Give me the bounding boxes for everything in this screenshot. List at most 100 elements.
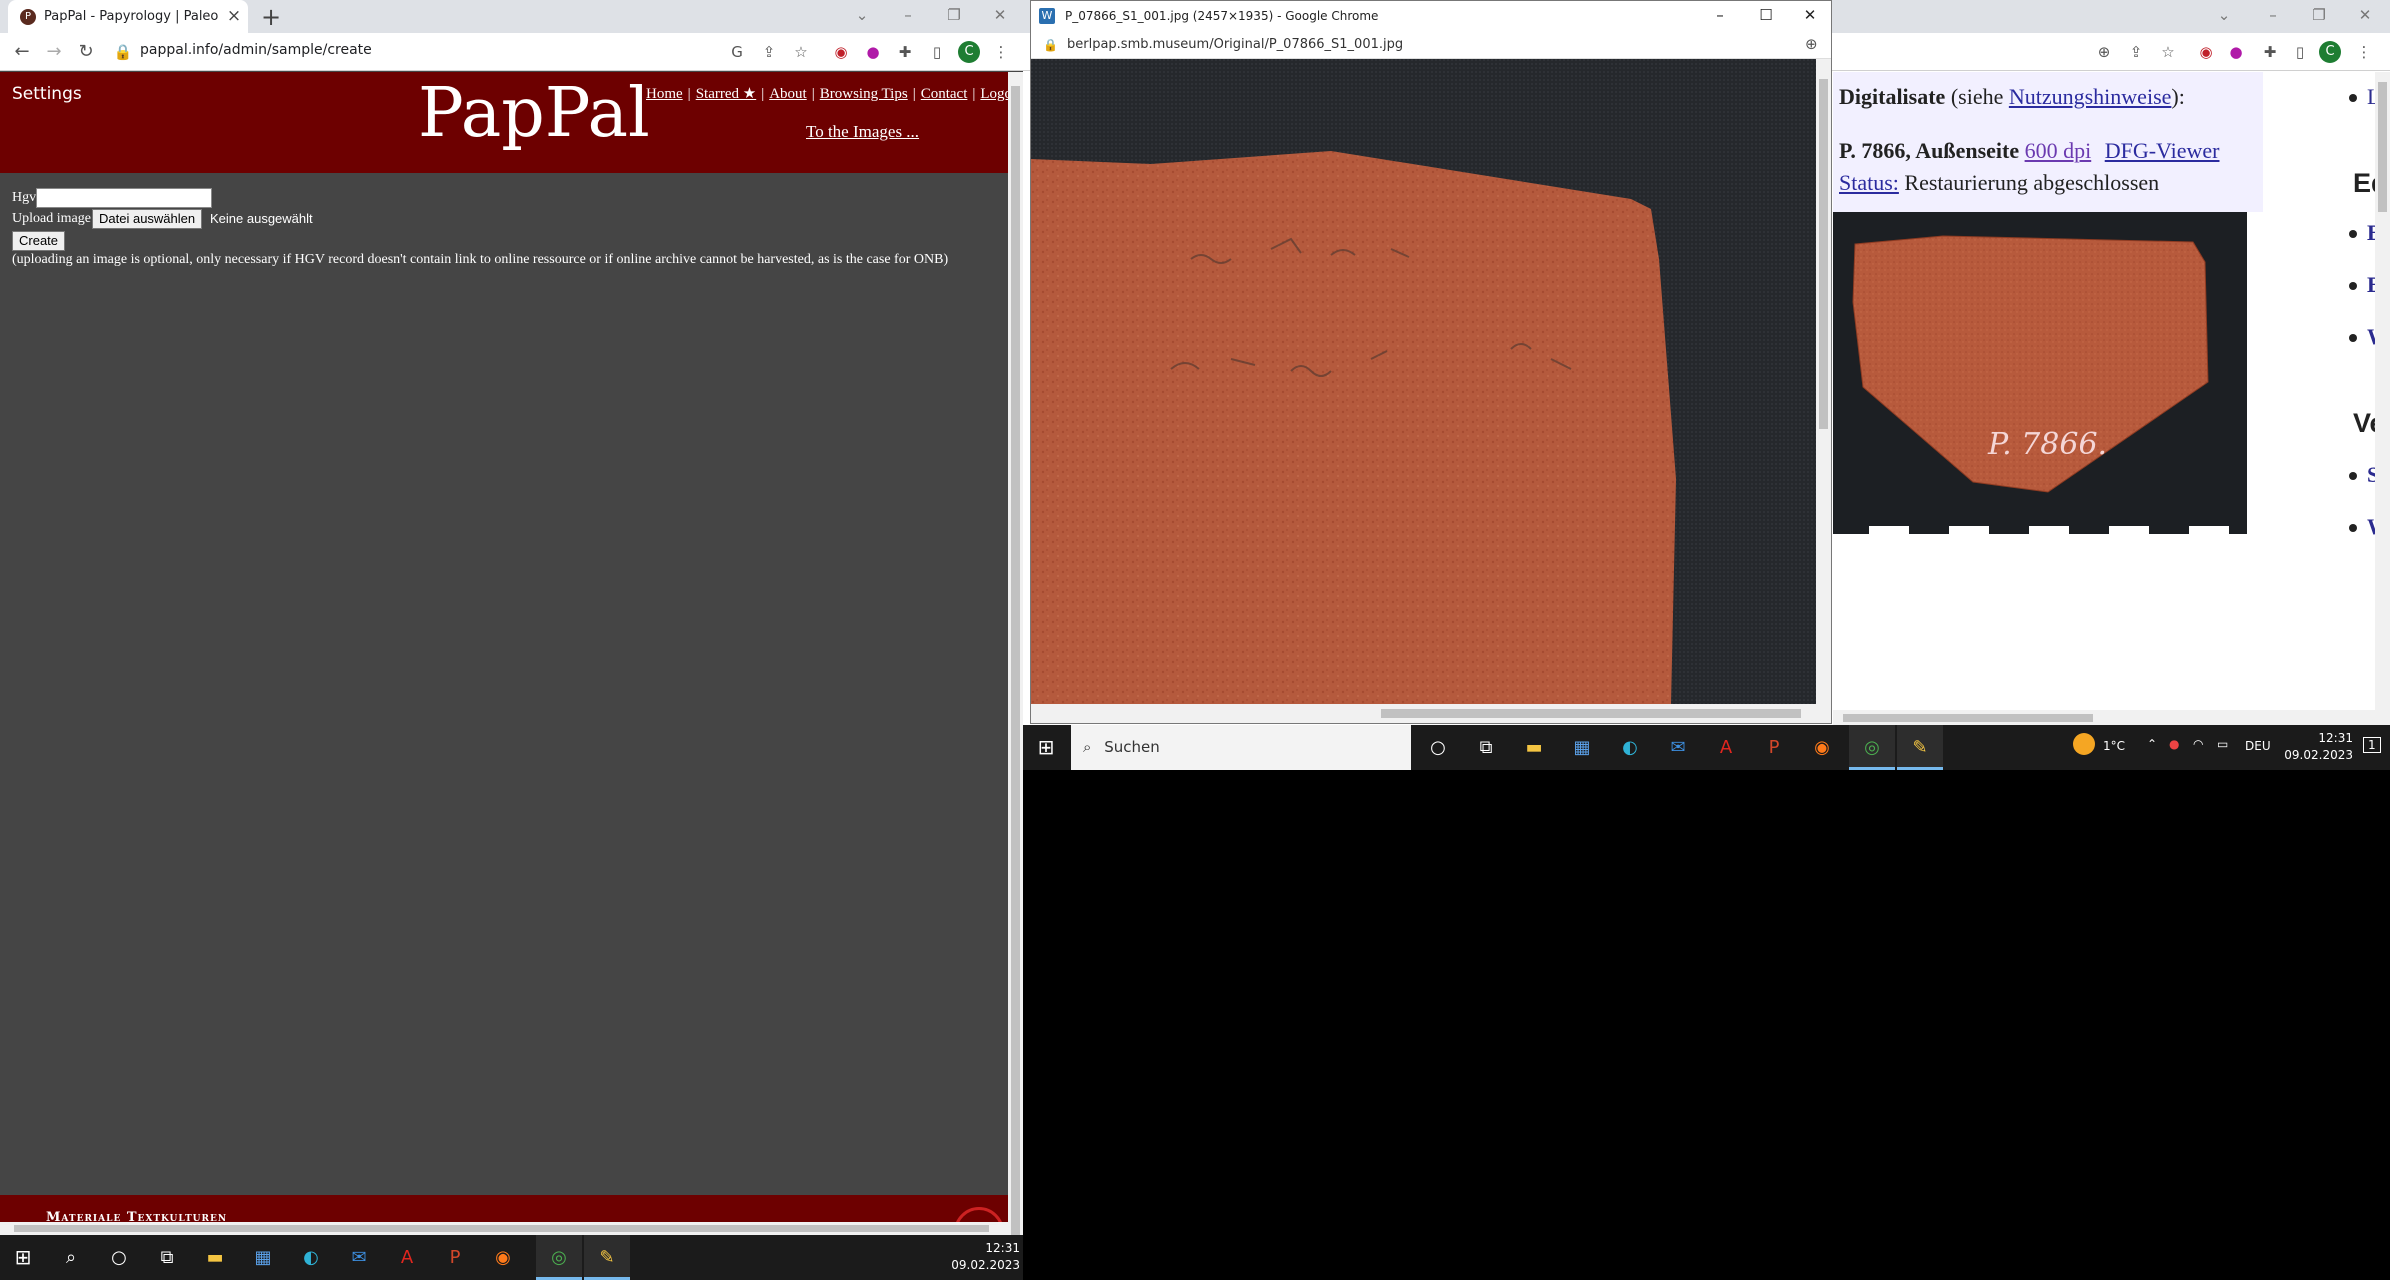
minimize-button[interactable]: – — [888, 0, 928, 33]
share-icon[interactable]: ⇪ — [2125, 41, 2147, 63]
profile-avatar[interactable]: C — [958, 41, 980, 63]
menu-icon[interactable]: ⋮ — [990, 41, 1012, 63]
popup-close-button[interactable]: ✕ — [1787, 1, 1831, 31]
file-explorer-icon[interactable]: ▬ — [192, 1235, 238, 1280]
status-link[interactable]: Status: — [1839, 170, 1899, 195]
cortana-icon[interactable]: ○ — [96, 1235, 142, 1280]
powerpoint-icon[interactable]: P — [1751, 725, 1797, 770]
tray-app-icon[interactable]: ● — [2169, 737, 2179, 751]
left-taskbar: ⊞ ⌕ ○ ⧉ ▬ ▦ ◐ ✉ A P ◉ ◎ ✎ 12:31 09.02.20… — [0, 1235, 1023, 1280]
popup-maximize-button[interactable]: ☐ — [1743, 1, 1789, 31]
edge-icon[interactable]: ◐ — [288, 1235, 334, 1280]
mail-icon[interactable]: ✉ — [336, 1235, 382, 1280]
nav-browsing-tips[interactable]: Browsing Tips — [820, 86, 908, 102]
papyrus-thumbnail[interactable]: P. 7866. — [1833, 212, 2247, 534]
mail-icon[interactable]: ✉ — [1655, 725, 1701, 770]
right-clock-time: 12:31 — [2318, 731, 2353, 745]
popup-minimize-button[interactable]: – — [1697, 1, 1743, 31]
nav-contact[interactable]: Contact — [921, 86, 968, 102]
task-view-icon[interactable]: ⧉ — [1463, 725, 1509, 770]
settings-link[interactable]: Settings — [12, 84, 82, 104]
chrome-icon[interactable]: ◎ — [536, 1235, 582, 1280]
tray-chevron-icon[interactable]: ⌃ — [2147, 737, 2157, 751]
share-icon[interactable]: ⇪ — [758, 41, 780, 63]
store-icon[interactable]: ▦ — [240, 1235, 286, 1280]
tab-close-icon[interactable]: × — [224, 6, 244, 26]
nav-about[interactable]: About — [769, 86, 807, 102]
notification-center-icon[interactable]: 1 — [2363, 737, 2381, 753]
right-vertical-scrollbar[interactable] — [2375, 72, 2390, 712]
close-button[interactable]: ✕ — [2345, 0, 2385, 33]
nutzungshinweise-link[interactable]: Nutzungshinweise — [2009, 84, 2172, 109]
weather-temp[interactable]: 1°C — [2103, 739, 2125, 753]
store-icon[interactable]: ▦ — [1559, 725, 1605, 770]
left-horizontal-scrollbar[interactable] — [0, 1222, 1008, 1235]
firefox-icon[interactable]: ◉ — [1799, 725, 1845, 770]
tab-dropdown-icon[interactable]: ⌄ — [842, 0, 882, 33]
record-line: P. 7866, Außenseite 600 dpi DFG-Viewer — [1839, 138, 2219, 164]
nav-starred[interactable]: Starred ★ — [696, 86, 757, 102]
zoom-icon[interactable]: ⊕ — [1805, 35, 1818, 53]
profile-avatar[interactable]: C — [2319, 41, 2341, 63]
popup-horizontal-scrollbar[interactable] — [1031, 704, 1831, 723]
left-clock[interactable]: 12:31 09.02.2023 — [930, 1240, 1020, 1274]
popup-url[interactable]: berlpap.smb.museum/Original/P_07866_S1_0… — [1067, 37, 1403, 52]
network-icon[interactable]: ◠ — [2193, 737, 2203, 751]
acrobat-icon[interactable]: A — [1703, 725, 1749, 770]
start-windows-icon[interactable]: ⊞ — [1023, 725, 1069, 770]
firefox-icon[interactable]: ◉ — [480, 1235, 526, 1280]
extensions-puzzle-icon[interactable]: ✚ — [894, 41, 916, 63]
pappal-logo[interactable]: PapPal — [418, 74, 650, 153]
reload-icon[interactable]: ↻ — [72, 38, 100, 66]
notes-app-icon[interactable]: ✎ — [1897, 725, 1943, 770]
acrobat-icon[interactable]: A — [384, 1235, 430, 1280]
extension-red-icon[interactable]: ◉ — [830, 41, 852, 63]
close-button[interactable]: ✕ — [980, 0, 1020, 33]
taskbar-search-box[interactable]: ⌕ Suchen — [1071, 725, 1411, 770]
extension-red-icon[interactable]: ◉ — [2195, 41, 2217, 63]
weather-icon[interactable] — [2073, 733, 2095, 755]
right-clock[interactable]: 12:31 09.02.2023 — [2263, 730, 2353, 764]
right-horizontal-scrollbar[interactable] — [1833, 710, 2390, 725]
translate-icon[interactable]: G — [726, 41, 748, 63]
start-windows-icon[interactable]: ⊞ — [0, 1235, 46, 1280]
notes-app-icon[interactable]: ✎ — [584, 1235, 630, 1280]
powerpoint-icon[interactable]: P — [432, 1235, 478, 1280]
forward-icon[interactable]: → — [40, 38, 68, 66]
popup-vertical-scrollbar[interactable] — [1816, 59, 1831, 704]
sidepanel-icon[interactable]: ▯ — [2289, 41, 2311, 63]
hgv-input[interactable] — [36, 188, 212, 208]
cortana-icon[interactable]: ○ — [1415, 725, 1461, 770]
restore-button[interactable]: ❐ — [2299, 0, 2339, 33]
dfg-viewer-link[interactable]: DFG-Viewer — [2105, 138, 2220, 163]
extension-purple-icon[interactable]: ● — [2225, 41, 2247, 63]
extensions-puzzle-icon[interactable]: ✚ — [2259, 41, 2281, 63]
task-view-icon[interactable]: ⧉ — [144, 1235, 190, 1280]
restore-button[interactable]: ❐ — [934, 0, 974, 33]
edge-icon[interactable]: ◐ — [1607, 725, 1653, 770]
battery-icon[interactable]: ▭ — [2217, 737, 2228, 751]
tab-pappal[interactable]: P PapPal - Papyrology | Paleograph × — [8, 0, 248, 33]
new-tab-button[interactable]: + — [258, 4, 284, 30]
lock-icon: 🔒 — [113, 43, 133, 61]
extension-purple-icon[interactable]: ● — [862, 41, 884, 63]
back-icon[interactable]: ← — [8, 38, 36, 66]
bookmark-star-icon[interactable]: ☆ — [790, 41, 812, 63]
create-button[interactable]: Create — [12, 231, 66, 251]
menu-icon[interactable]: ⋮ — [2353, 41, 2375, 63]
sidepanel-icon[interactable]: ▯ — [926, 41, 948, 63]
choose-file-button[interactable]: Datei auswählen — [92, 209, 203, 229]
zoom-icon[interactable]: ⊕ — [2093, 41, 2115, 63]
papyrus-full-image[interactable] — [1031, 59, 1816, 704]
dpi-link[interactable]: 600 dpi — [2025, 138, 2092, 163]
left-vertical-scrollbar[interactable] — [1008, 72, 1023, 1235]
search-icon[interactable]: ⌕ — [48, 1235, 94, 1280]
address-bar[interactable]: pappal.info/admin/sample/create — [140, 42, 372, 58]
minimize-button[interactable]: – — [2253, 0, 2293, 33]
file-explorer-icon[interactable]: ▬ — [1511, 725, 1557, 770]
nav-home[interactable]: Home — [646, 86, 683, 102]
tab-dropdown-icon[interactable]: ⌄ — [2204, 0, 2244, 33]
chrome-icon[interactable]: ◎ — [1849, 725, 1895, 770]
bookmark-star-icon[interactable]: ☆ — [2157, 41, 2179, 63]
to-images-link[interactable]: To the Images ... — [806, 122, 919, 142]
